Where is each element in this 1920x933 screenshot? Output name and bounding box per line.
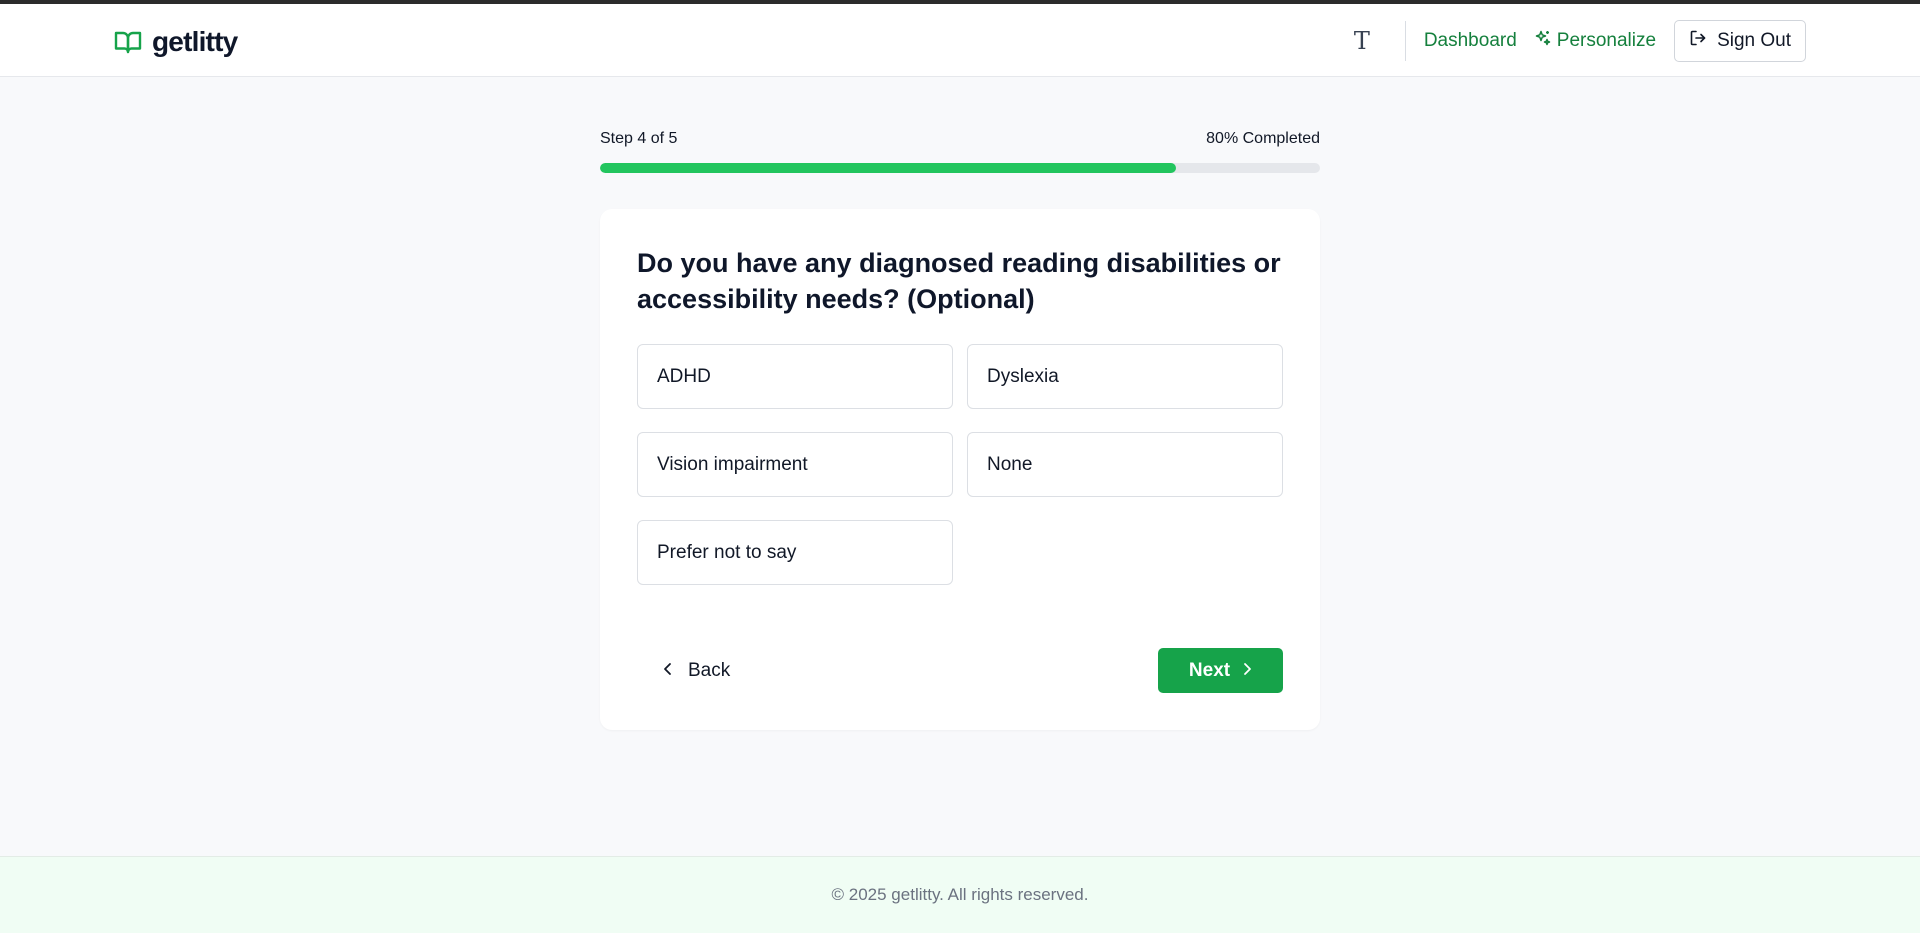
question-card: Do you have any diagnosed reading disabi… bbox=[600, 209, 1320, 730]
chevron-left-icon bbox=[662, 660, 674, 682]
progress-bar bbox=[600, 163, 1320, 173]
option-prefer-not-to-say[interactable]: Prefer not to say bbox=[637, 520, 953, 585]
chevron-right-icon bbox=[1242, 660, 1252, 682]
option-dyslexia[interactable]: Dyslexia bbox=[967, 344, 1283, 409]
options-grid: ADHD Dyslexia Vision impairment None Pre… bbox=[637, 344, 1283, 585]
next-button[interactable]: Next bbox=[1158, 648, 1283, 693]
top-nav: T Dashboard Personalize Sign Out bbox=[1341, 20, 1806, 62]
progress-section: Step 4 of 5 80% Completed bbox=[600, 130, 1320, 173]
progress-bar-fill bbox=[600, 163, 1176, 173]
sparkles-icon bbox=[1535, 30, 1551, 52]
percent-completed-label: 80% Completed bbox=[1206, 130, 1320, 147]
nav-link-dashboard[interactable]: Dashboard bbox=[1424, 30, 1517, 52]
option-label: Dyslexia bbox=[987, 365, 1059, 387]
next-button-label: Next bbox=[1188, 659, 1231, 681]
back-button[interactable]: Back bbox=[662, 649, 730, 693]
text-size-icon: T bbox=[1353, 27, 1370, 55]
sign-out-button[interactable]: Sign Out bbox=[1674, 20, 1806, 62]
header: getlitty T Dashboard Personalize Sign Ou… bbox=[0, 4, 1920, 77]
copyright-text: © 2025 getlitty. All rights reserved. bbox=[831, 885, 1089, 904]
book-open-icon bbox=[114, 28, 142, 56]
option-label: Vision impairment bbox=[657, 453, 808, 475]
nav-divider bbox=[1404, 21, 1406, 61]
nav-link-dashboard-label: Dashboard bbox=[1423, 30, 1517, 51]
option-label: Prefer not to say bbox=[657, 541, 797, 563]
logo-text: getlitty bbox=[152, 26, 238, 57]
log-out-icon bbox=[1689, 29, 1707, 53]
progress-labels: Step 4 of 5 80% Completed bbox=[600, 130, 1320, 152]
logo[interactable]: getlitty bbox=[114, 26, 238, 58]
question-title: Do you have any diagnosed reading disabi… bbox=[637, 248, 1281, 314]
back-button-label: Back bbox=[688, 660, 731, 681]
nav-link-personalize[interactable]: Personalize bbox=[1535, 30, 1656, 52]
sign-out-label: Sign Out bbox=[1717, 30, 1791, 51]
option-adhd[interactable]: ADHD bbox=[637, 344, 953, 409]
nav-link-personalize-label: Personalize bbox=[1556, 30, 1657, 51]
option-label: ADHD bbox=[657, 365, 711, 387]
footer: © 2025 getlitty. All rights reserved. bbox=[0, 856, 1920, 933]
step-label: Step 4 of 5 bbox=[600, 130, 678, 147]
option-none[interactable]: None bbox=[967, 432, 1283, 497]
option-vision-impairment[interactable]: Vision impairment bbox=[637, 432, 953, 497]
option-label: None bbox=[987, 453, 1033, 475]
font-toggle-button[interactable]: T bbox=[1341, 20, 1383, 62]
